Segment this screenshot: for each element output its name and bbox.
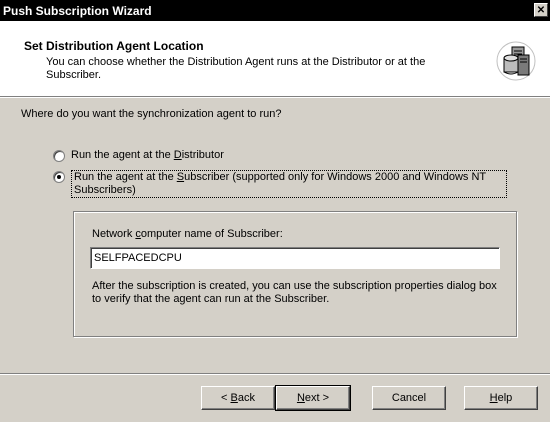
option-distributor-label[interactable]: Run the agent at the Distributor [71, 149, 224, 162]
button-separator [0, 373, 550, 375]
database-servers-icon [496, 41, 536, 81]
option-subscriber[interactable]: Run the agent at the Subscriber (support… [53, 170, 507, 198]
next-button[interactable]: Next > [275, 385, 351, 411]
option-subscriber-label[interactable]: Run the agent at the Subscriber (support… [71, 170, 507, 198]
computer-name-label: Network computer name of Subscriber: [92, 228, 283, 240]
close-icon: ✕ [536, 4, 546, 16]
question-label: Where do you want the synchronization ag… [21, 108, 282, 120]
computer-name-input[interactable] [90, 247, 500, 269]
wizard-window: Push Subscription Wizard ✕ Set Distribut… [0, 0, 550, 422]
subscriber-groupbox: Network computer name of Subscriber: Aft… [73, 211, 517, 337]
wizard-header: Set Distribution Agent Location You can … [0, 21, 550, 96]
help-button[interactable]: Help [464, 386, 538, 410]
subscription-note: After the subscription is created, you c… [92, 280, 497, 305]
page-title: Set Distribution Agent Location [24, 39, 204, 53]
cylinder-db [503, 54, 519, 75]
radio-distributor[interactable] [53, 150, 65, 162]
close-button[interactable]: ✕ [534, 3, 548, 17]
option-distributor[interactable]: Run the agent at the Distributor [53, 149, 224, 162]
title-bar[interactable]: Push Subscription Wizard ✕ [0, 0, 550, 21]
back-button[interactable]: < Back [201, 386, 275, 410]
header-separator [0, 96, 550, 98]
server-front [517, 54, 530, 76]
page-description: You can choose whether the Distribution … [46, 56, 426, 81]
radio-subscriber[interactable] [53, 171, 65, 183]
window-title: Push Subscription Wizard [3, 3, 152, 18]
cancel-button[interactable]: Cancel [372, 386, 446, 410]
